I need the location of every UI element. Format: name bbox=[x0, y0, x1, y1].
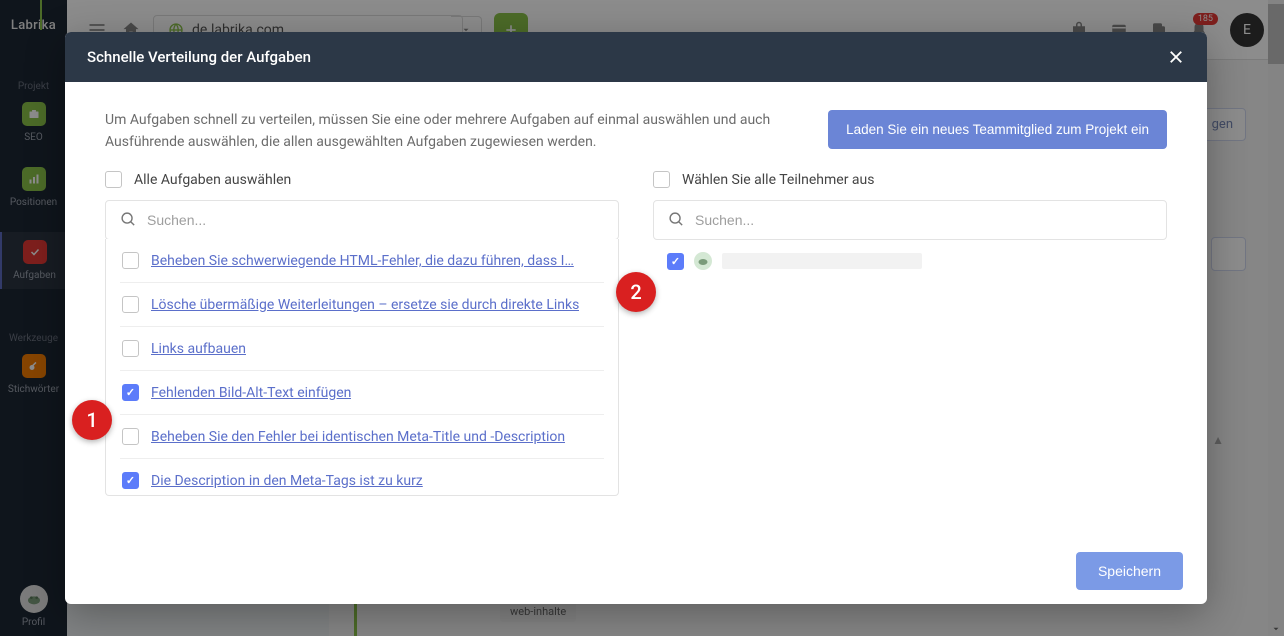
task-link[interactable]: Beheben Sie schwerwiegende HTML-Fehler, … bbox=[151, 253, 574, 269]
task-link[interactable]: Fehlenden Bild-Alt-Text einfügen bbox=[151, 385, 351, 401]
task-row: Die Description in den Meta-Tags ist zu … bbox=[120, 459, 604, 495]
close-icon bbox=[1167, 48, 1185, 66]
select-all-tasks-checkbox[interactable] bbox=[105, 171, 122, 188]
participant-avatar bbox=[694, 252, 712, 270]
close-button[interactable] bbox=[1167, 48, 1185, 66]
task-row: Fehlenden Bild-Alt-Text einfügen bbox=[120, 371, 604, 415]
task-checkbox[interactable] bbox=[122, 472, 139, 489]
task-checkbox[interactable] bbox=[122, 252, 139, 269]
task-row: Beheben Sie den Fehler bei identischen M… bbox=[120, 415, 604, 459]
search-icon bbox=[668, 211, 685, 228]
select-all-participants-label: Wählen Sie alle Teilnehmer aus bbox=[682, 172, 874, 188]
task-link[interactable]: Lösche übermäßige Weiterleitungen – erse… bbox=[151, 297, 579, 313]
quick-distribute-modal: Schnelle Verteilung der Aufgaben Um Aufg… bbox=[65, 32, 1207, 604]
tasks-search-input[interactable] bbox=[147, 212, 604, 228]
tasks-list: Beheben Sie schwerwiegende HTML-Fehler, … bbox=[106, 239, 618, 495]
participant-name-redacted bbox=[722, 253, 922, 269]
task-checkbox[interactable] bbox=[122, 296, 139, 313]
task-checkbox[interactable] bbox=[122, 384, 139, 401]
tasks-column: Alle Aufgaben auswählen Beheben Sie bbox=[105, 171, 619, 496]
invite-member-button[interactable]: Laden Sie ein neues Teammitglied zum Pro… bbox=[828, 110, 1167, 149]
participant-row bbox=[653, 240, 1167, 282]
save-button[interactable]: Speichern bbox=[1076, 552, 1183, 590]
participants-search-input[interactable] bbox=[695, 212, 1152, 228]
task-row: Links aufbauen bbox=[120, 327, 604, 371]
task-row: Lösche übermäßige Weiterleitungen – erse… bbox=[120, 283, 604, 327]
modal-title: Schnelle Verteilung der Aufgaben bbox=[87, 48, 311, 66]
modal-intro-text: Um Aufgaben schnell zu verteilen, müssen… bbox=[105, 110, 788, 153]
search-icon bbox=[120, 211, 137, 228]
task-link[interactable]: Beheben Sie den Fehler bei identischen M… bbox=[151, 429, 565, 445]
select-all-participants-checkbox[interactable] bbox=[653, 171, 670, 188]
task-link[interactable]: Links aufbauen bbox=[151, 341, 246, 357]
select-all-tasks-label: Alle Aufgaben auswählen bbox=[134, 172, 291, 188]
task-checkbox[interactable] bbox=[122, 340, 139, 357]
participant-checkbox[interactable] bbox=[667, 253, 684, 270]
task-checkbox[interactable] bbox=[122, 428, 139, 445]
callout-2: 2 bbox=[616, 272, 656, 312]
task-link[interactable]: Die Description in den Meta-Tags ist zu … bbox=[151, 473, 423, 489]
participants-column: Wählen Sie alle Teilnehmer aus bbox=[653, 171, 1167, 496]
modal-footer: Speichern bbox=[65, 537, 1207, 604]
modal-header: Schnelle Verteilung der Aufgaben bbox=[65, 32, 1207, 82]
callout-1: 1 bbox=[72, 400, 112, 440]
task-row: Beheben Sie schwerwiegende HTML-Fehler, … bbox=[120, 239, 604, 283]
